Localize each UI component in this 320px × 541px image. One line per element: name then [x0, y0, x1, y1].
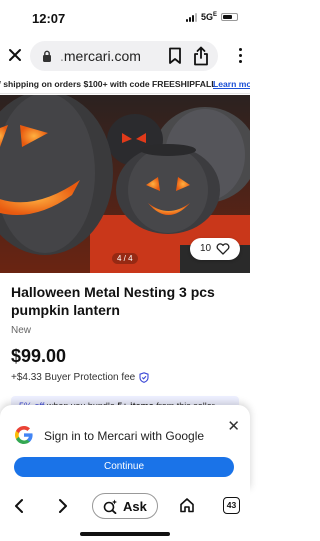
product-photo[interactable]: 4 / 4 10: [0, 95, 250, 273]
browser-bottom-bar: Ask 43: [0, 490, 250, 541]
signin-title: Sign in to Mercari with Google: [44, 429, 205, 443]
status-time: 12:07: [32, 11, 66, 26]
google-signin-sheet: Sign in to Mercari with Google ✕ Continu…: [0, 405, 250, 490]
learn-more-link[interactable]: Learn mo: [213, 79, 250, 89]
status-bar: 12:07 5GE: [0, 0, 250, 36]
item-title: Halloween Metal Nesting 3 pcs pumpkin la…: [11, 284, 215, 318]
signal-icon: [185, 12, 197, 22]
address-bar[interactable]: .mercari.com: [30, 41, 218, 71]
battery-icon: [221, 13, 238, 21]
like-count: 10: [200, 243, 212, 254]
shield-icon[interactable]: [139, 372, 149, 383]
close-icon[interactable]: [6, 45, 24, 65]
more-icon[interactable]: [239, 48, 243, 64]
page-indicator: 4 / 4: [112, 253, 138, 264]
ask-button[interactable]: Ask: [92, 493, 158, 519]
close-sheet-icon[interactable]: ✕: [227, 419, 240, 434]
home-indicator: [80, 532, 170, 536]
back-arrow-icon[interactable]: [12, 498, 26, 514]
heart-icon: [216, 243, 230, 255]
forward-arrow-icon[interactable]: [56, 498, 70, 514]
sparkle-search-icon: [103, 499, 117, 514]
share-icon[interactable]: [193, 46, 209, 66]
status-indicators: 5GE: [185, 12, 238, 22]
network-label: 5GE: [200, 12, 217, 22]
tabs-count-button[interactable]: 43: [223, 497, 240, 514]
browser-toolbar: .mercari.com: [0, 38, 250, 74]
continue-button[interactable]: Continue: [14, 457, 234, 477]
promo-banner: f shipping on orders $100+ with code FRE…: [0, 76, 250, 94]
home-icon[interactable]: [179, 497, 195, 513]
url-text: .mercari.com: [60, 48, 141, 64]
fee-text: +$4.33 Buyer Protection fee: [11, 372, 136, 383]
bookmark-icon[interactable]: [168, 47, 182, 65]
ask-label: Ask: [123, 499, 147, 514]
lock-icon: [43, 50, 51, 62]
item-condition: New: [11, 325, 32, 336]
item-price: $99.00: [11, 346, 67, 366]
promo-text: f shipping on orders $100+ with code FRE…: [0, 79, 217, 89]
like-button[interactable]: 10: [190, 238, 240, 260]
buyer-protection-fee: +$4.33 Buyer Protection fee: [11, 372, 149, 383]
google-logo-icon: [15, 426, 33, 444]
